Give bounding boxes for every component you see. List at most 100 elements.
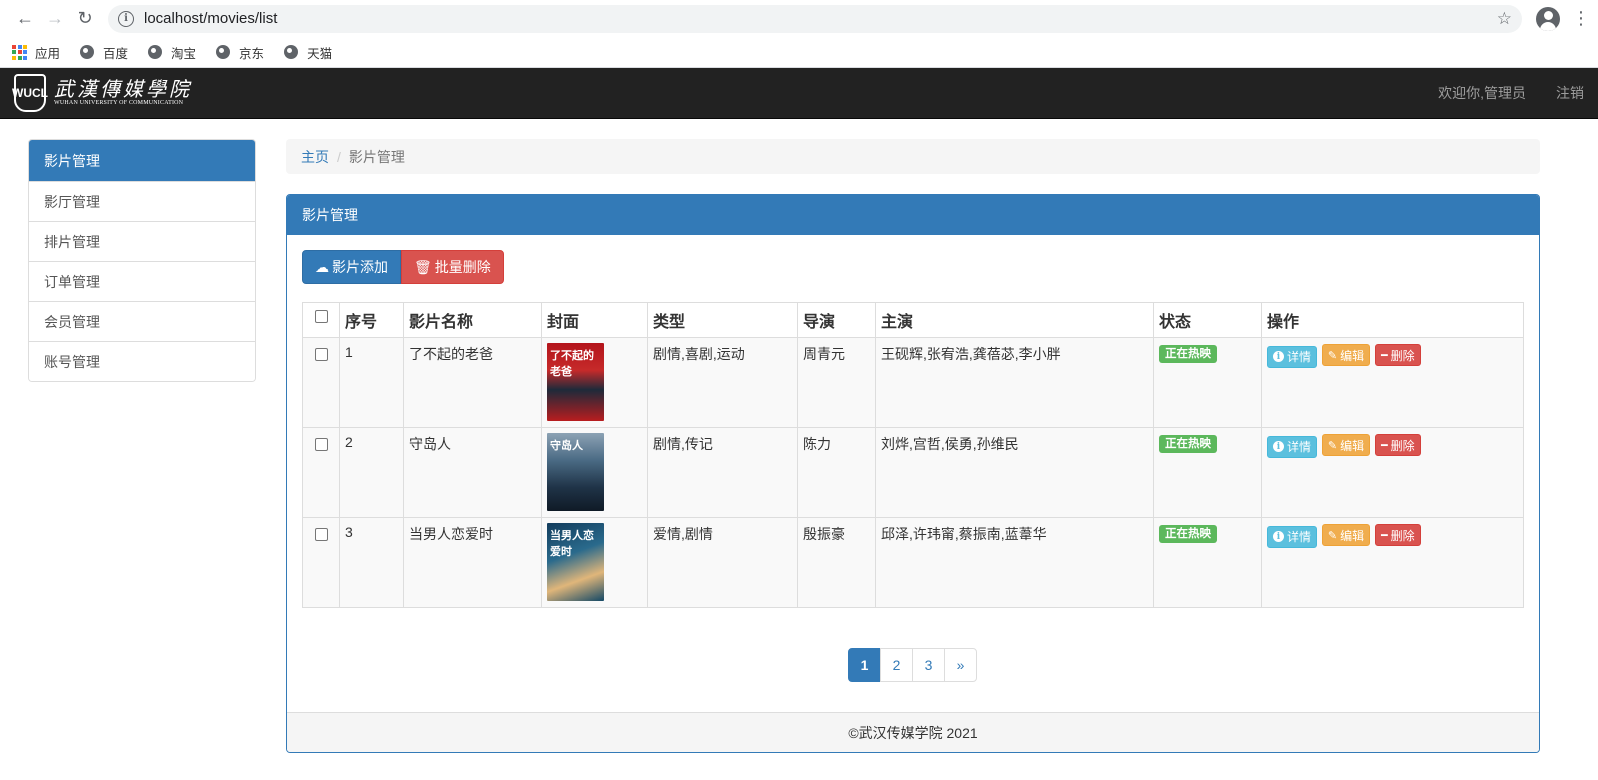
cell-actions: i 详情 ✎ 编辑 ━ 删除 — [1261, 427, 1524, 518]
cloud-upload-icon: ☁ — [315, 258, 329, 275]
globe-icon — [80, 45, 95, 59]
add-movie-button[interactable]: ☁ 影片添加 — [302, 250, 401, 284]
bookmark-star-icon[interactable]: ☆ — [1497, 9, 1512, 29]
poster-title: 当男人恋爱时 — [550, 530, 594, 558]
add-movie-label: 影片添加 — [332, 259, 388, 275]
row-checkbox[interactable] — [314, 528, 328, 541]
batch-delete-button[interactable]: 🗑 批量删除 — [401, 250, 504, 284]
pencil-icon: ✎ — [1327, 529, 1338, 542]
site-info-icon[interactable]: i — [118, 10, 134, 27]
logout-link[interactable]: 注销 — [1556, 83, 1584, 103]
cell-status: 正在热映 — [1153, 337, 1262, 428]
logo-text: 武漢傳媒學院 WUHAN UNIVERSITY OF COMMUNICATION — [54, 79, 192, 107]
profile-avatar-icon[interactable] — [1536, 6, 1560, 31]
edit-button[interactable]: ✎ 编辑 — [1321, 344, 1371, 366]
bookmark-jd[interactable]: 京东 — [216, 43, 264, 62]
cell-cast: 邱泽,许玮甯,蔡振南,蓝葦华 — [875, 517, 1154, 608]
cell-status: 正在热映 — [1153, 517, 1262, 608]
bookmark-taobao[interactable]: 淘宝 — [148, 43, 196, 62]
bookmark-label: 天猫 — [307, 46, 333, 61]
url-text[interactable]: localhost/movies/list — [144, 10, 1497, 27]
edit-label: 编辑 — [1340, 348, 1365, 363]
forward-arrow-icon[interactable]: → — [40, 4, 70, 34]
page-3-button[interactable]: 3 — [912, 648, 945, 682]
cell-actions: i 详情 ✎ 编辑 ━ 删除 — [1261, 517, 1524, 608]
cell-cast: 王砚辉,张宥浩,龚蓓苾,李小胖 — [875, 337, 1154, 428]
row-checkbox[interactable] — [314, 438, 328, 451]
back-arrow-icon[interactable]: ← — [10, 4, 40, 34]
bookmark-baidu[interactable]: 百度 — [80, 43, 128, 62]
page-2-button[interactable]: 2 — [880, 648, 913, 682]
cell-name: 守岛人 — [403, 427, 542, 518]
table-row: 1 了不起的老爸 了不起的老爸 剧情,喜剧,运动 周青元 王砚辉,张宥浩,龚蓓苾… — [302, 337, 1524, 428]
minus-icon: ━ — [1381, 349, 1388, 362]
detail-label: 详情 — [1287, 530, 1312, 544]
app-navbar: WUCL 武漢傳媒學院 WUHAN UNIVERSITY OF COMMUNIC… — [0, 68, 1598, 119]
reload-icon[interactable]: ↻ — [70, 4, 100, 34]
next-page-button[interactable]: » — [944, 648, 977, 682]
panel-title: 影片管理 — [287, 195, 1539, 235]
edit-button[interactable]: ✎ 编辑 — [1321, 524, 1371, 546]
bookmark-apps[interactable]: 应用 — [12, 43, 60, 62]
globe-icon — [284, 45, 299, 59]
main-content: 主页 / 影片管理 影片管理 ☁ 影片添加 🗑 批量删除 序号 影片名称 封面 … — [286, 139, 1540, 753]
delete-button[interactable]: ━ 删除 — [1375, 524, 1421, 546]
sidebar-item-movies[interactable]: 影片管理 — [29, 140, 255, 181]
cell-index: 1 — [339, 337, 404, 428]
globe-icon — [148, 45, 163, 59]
row-select-cell — [302, 427, 340, 518]
delete-label: 删除 — [1390, 528, 1415, 543]
apps-grid-icon — [12, 44, 27, 60]
cell-cover: 了不起的老爸 — [541, 337, 648, 428]
bookmark-tmall[interactable]: 天猫 — [284, 43, 332, 62]
detail-button[interactable]: i 详情 — [1267, 345, 1318, 368]
sidebar-item-halls[interactable]: 影厅管理 — [29, 181, 255, 221]
sidebar-item-orders[interactable]: 订单管理 — [29, 261, 255, 301]
sidebar-item-members[interactable]: 会员管理 — [29, 301, 255, 341]
breadcrumb-separator: / — [337, 148, 341, 165]
select-all-checkbox[interactable] — [314, 310, 328, 323]
browser-menu-icon[interactable]: ⋮ — [1572, 8, 1590, 29]
info-icon: i — [1273, 351, 1284, 362]
info-icon: i — [1273, 531, 1284, 542]
cell-actions: i 详情 ✎ 编辑 ━ 删除 — [1261, 337, 1524, 428]
delete-button[interactable]: ━ 删除 — [1375, 344, 1421, 366]
cell-cover: 当男人恋爱时 — [541, 517, 648, 608]
sidebar-menu: 影片管理 影厅管理 排片管理 订单管理 会员管理 账号管理 — [28, 139, 256, 382]
bookmark-label: 百度 — [103, 46, 129, 61]
bookmark-label: 应用 — [35, 46, 61, 61]
delete-button[interactable]: ━ 删除 — [1375, 434, 1421, 456]
edit-button[interactable]: ✎ 编辑 — [1321, 434, 1371, 456]
movies-panel: 影片管理 ☁ 影片添加 🗑 批量删除 序号 影片名称 封面 类型 导演 主演 状… — [286, 194, 1540, 753]
edit-label: 编辑 — [1340, 438, 1365, 453]
globe-icon — [216, 45, 231, 59]
status-badge: 正在热映 — [1159, 525, 1217, 543]
movie-poster-image: 当男人恋爱时 — [547, 523, 604, 601]
university-logo[interactable]: WUCL 武漢傳媒學院 WUHAN UNIVERSITY OF COMMUNIC… — [12, 74, 192, 112]
breadcrumb-home-link[interactable]: 主页 — [301, 147, 329, 167]
table-header-row: 序号 影片名称 封面 类型 导演 主演 状态 操作 — [302, 302, 1524, 338]
cell-cover: 守岛人 — [541, 427, 648, 518]
logo-english-name: WUHAN UNIVERSITY OF COMMUNICATION — [54, 100, 184, 106]
bookmark-label: 京东 — [239, 46, 265, 61]
sidebar-item-schedules[interactable]: 排片管理 — [29, 221, 255, 261]
movies-table: 序号 影片名称 封面 类型 导演 主演 状态 操作 1 了不起的老爸 了不起的老… — [302, 302, 1524, 608]
header-director: 导演 — [797, 302, 876, 338]
row-select-cell — [302, 517, 340, 608]
table-row: 2 守岛人 守岛人 剧情,传记 陈力 刘烨,宫哲,侯勇,孙维民 正在热映 i 详情… — [302, 427, 1524, 518]
panel-footer-copyright: ©武汉传媒学院 2021 — [287, 712, 1539, 752]
minus-icon: ━ — [1381, 439, 1388, 452]
address-bar[interactable]: i localhost/movies/list ☆ — [108, 4, 1522, 33]
detail-button[interactable]: i 详情 — [1267, 525, 1318, 548]
welcome-text: 欢迎你,管理员 — [1438, 85, 1526, 101]
cell-director: 周青元 — [797, 337, 876, 428]
sidebar-item-accounts[interactable]: 账号管理 — [29, 341, 255, 381]
status-badge: 正在热映 — [1159, 435, 1217, 453]
minus-icon: ━ — [1381, 529, 1388, 542]
detail-button[interactable]: i 详情 — [1267, 435, 1318, 458]
row-checkbox[interactable] — [314, 348, 328, 361]
breadcrumb: 主页 / 影片管理 — [286, 139, 1540, 174]
page-1-button[interactable]: 1 — [848, 648, 881, 682]
batch-delete-label: 批量删除 — [434, 259, 491, 275]
cell-index: 3 — [339, 517, 404, 608]
